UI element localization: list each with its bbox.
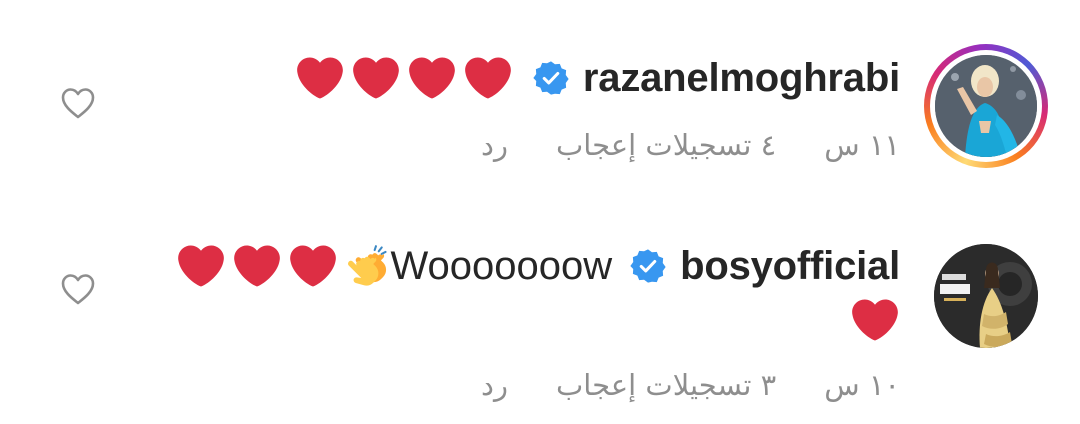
reply-button[interactable]: رد bbox=[481, 368, 508, 402]
reply-button[interactable]: رد bbox=[481, 128, 508, 162]
verified-badge-icon bbox=[533, 60, 569, 96]
comment-emoji-hearts bbox=[176, 243, 338, 289]
comment-text: Wooooooow bbox=[390, 243, 613, 288]
comment-meta: ١٠ س ٣ تسجيلات إعجاب رد bbox=[481, 362, 900, 408]
comment-likes-count[interactable]: ٤ تسجيلات إعجاب bbox=[556, 128, 776, 162]
avatar[interactable] bbox=[935, 55, 1037, 157]
red-heart-emoji bbox=[850, 297, 900, 343]
red-heart-emoji bbox=[176, 243, 226, 289]
comment-emoji-hearts bbox=[295, 55, 513, 101]
red-heart-emoji bbox=[288, 243, 338, 289]
comment-timestamp: ١١ س bbox=[824, 128, 900, 162]
comment-line-continued bbox=[850, 292, 900, 348]
red-heart-emoji bbox=[351, 55, 401, 101]
comment-likes-count[interactable]: ٣ تسجيلات إعجاب bbox=[556, 368, 776, 402]
red-heart-emoji bbox=[232, 243, 282, 289]
avatar-photo bbox=[935, 55, 1037, 157]
comment-item: razanelmoghrabi ١١ س ٤ تسجيلات إعجاب رد bbox=[0, 0, 1080, 200]
comment-line: Wooooooow bosyofficial bbox=[176, 238, 900, 294]
red-heart-emoji bbox=[463, 55, 513, 101]
comment-item: Wooooooow bosyofficial ١٠ س ٣ تسجيلات إع… bbox=[0, 200, 1080, 424]
red-heart-emoji bbox=[295, 55, 345, 101]
avatar-story-ring[interactable] bbox=[924, 44, 1048, 168]
clapping-hands-emoji bbox=[344, 243, 390, 289]
comment-meta: ١١ س ٤ تسجيلات إعجاب رد bbox=[481, 122, 900, 168]
red-heart-emoji bbox=[407, 55, 457, 101]
comment-username[interactable]: bosyofficial bbox=[680, 244, 900, 289]
comment-line: razanelmoghrabi bbox=[295, 50, 900, 106]
verified-badge-icon bbox=[630, 248, 666, 284]
comment-timestamp: ١٠ س bbox=[824, 368, 900, 402]
comment-username[interactable]: razanelmoghrabi bbox=[583, 56, 900, 101]
avatar-photo bbox=[934, 244, 1038, 348]
heart-outline-icon[interactable] bbox=[60, 272, 96, 306]
avatar[interactable] bbox=[934, 244, 1038, 348]
heart-outline-icon[interactable] bbox=[60, 86, 96, 120]
